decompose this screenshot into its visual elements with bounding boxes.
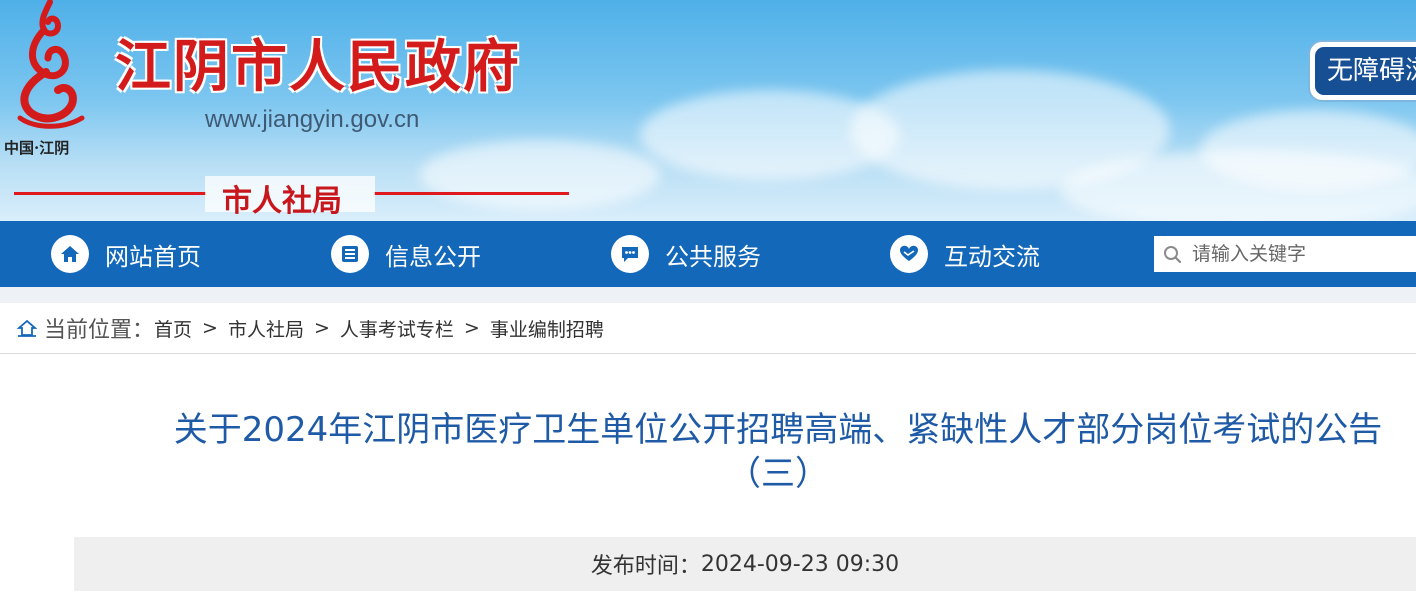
accessibility-button[interactable]: 无障碍浏览 [1310,42,1416,100]
breadcrumb-separator: > [202,317,218,339]
search-box [1154,236,1416,272]
breadcrumb-link-department[interactable]: 市人社局 [228,315,304,342]
handshake-icon [890,235,928,273]
publish-time-label: 发布时间： [590,554,701,579]
nav-item-label: 公共服务 [665,242,761,271]
nav-bottom-strip [0,287,1416,303]
nav-item-home[interactable]: 网站首页 [51,221,201,287]
banner-cloud [420,140,660,210]
site-banner: 中国·江阴 江阴市人民政府 www.jiangyin.gov.cn 市人社局 无… [0,0,1416,221]
site-url: www.jiangyin.gov.cn [205,106,420,133]
nav-item-label: 网站首页 [105,242,201,271]
publish-info-bar: 发布时间： 2024-09-23 09:30 [74,537,1416,591]
location-home-icon [16,319,38,337]
accessibility-label: 无障碍浏览 [1315,47,1416,95]
breadcrumb-separator: > [313,317,330,339]
home-icon [51,235,89,273]
document-icon [331,235,369,273]
chat-icon [611,235,649,273]
nav-item-label: 信息公开 [385,242,481,271]
article-title: 关于2024年江阴市医疗卫生单位公开招聘高端、紧缺性人才部分岗位考试的公告 （三… [80,408,1416,496]
breadcrumb: 当前位置： 首页 > 市人社局 > 人事考试专栏 > 事业编制招聘 [0,303,1416,354]
article-title-line1: 关于2024年江阴市医疗卫生单位公开招聘高端、紧缺性人才部分岗位考试的公告 [173,410,1383,450]
nav-item-label: 互动交流 [944,242,1040,271]
breadcrumb-prefix: 当前位置： [44,318,155,343]
banner-cloud [1200,110,1416,190]
publish-time-value: 2024-09-23 09:30 [700,551,900,577]
breadcrumb-link-exam-column[interactable]: 人事考试专栏 [340,315,454,342]
site-title[interactable]: 江阴市人民政府 [115,22,521,103]
department-divider-right [374,192,569,195]
department-divider-left [14,192,206,195]
breadcrumb-link-home[interactable]: 首页 [154,315,192,342]
article-title-line2: （三） [727,454,829,494]
nav-item-public-service[interactable]: 公共服务 [611,221,761,287]
breadcrumb-link-recruitment[interactable]: 事业编制招聘 [490,315,604,342]
breadcrumb-separator: > [463,317,480,339]
logo-caption: 中国·江阴 [4,139,70,157]
main-nav: 网站首页 信息公开 公共服务 互动交流 [0,221,1416,287]
nav-item-info-disclosure[interactable]: 信息公开 [331,221,481,287]
search-icon[interactable] [1154,236,1190,272]
search-input[interactable] [1190,238,1414,270]
department-name: 市人社局 [222,184,342,219]
nav-item-interaction[interactable]: 互动交流 [890,221,1040,287]
